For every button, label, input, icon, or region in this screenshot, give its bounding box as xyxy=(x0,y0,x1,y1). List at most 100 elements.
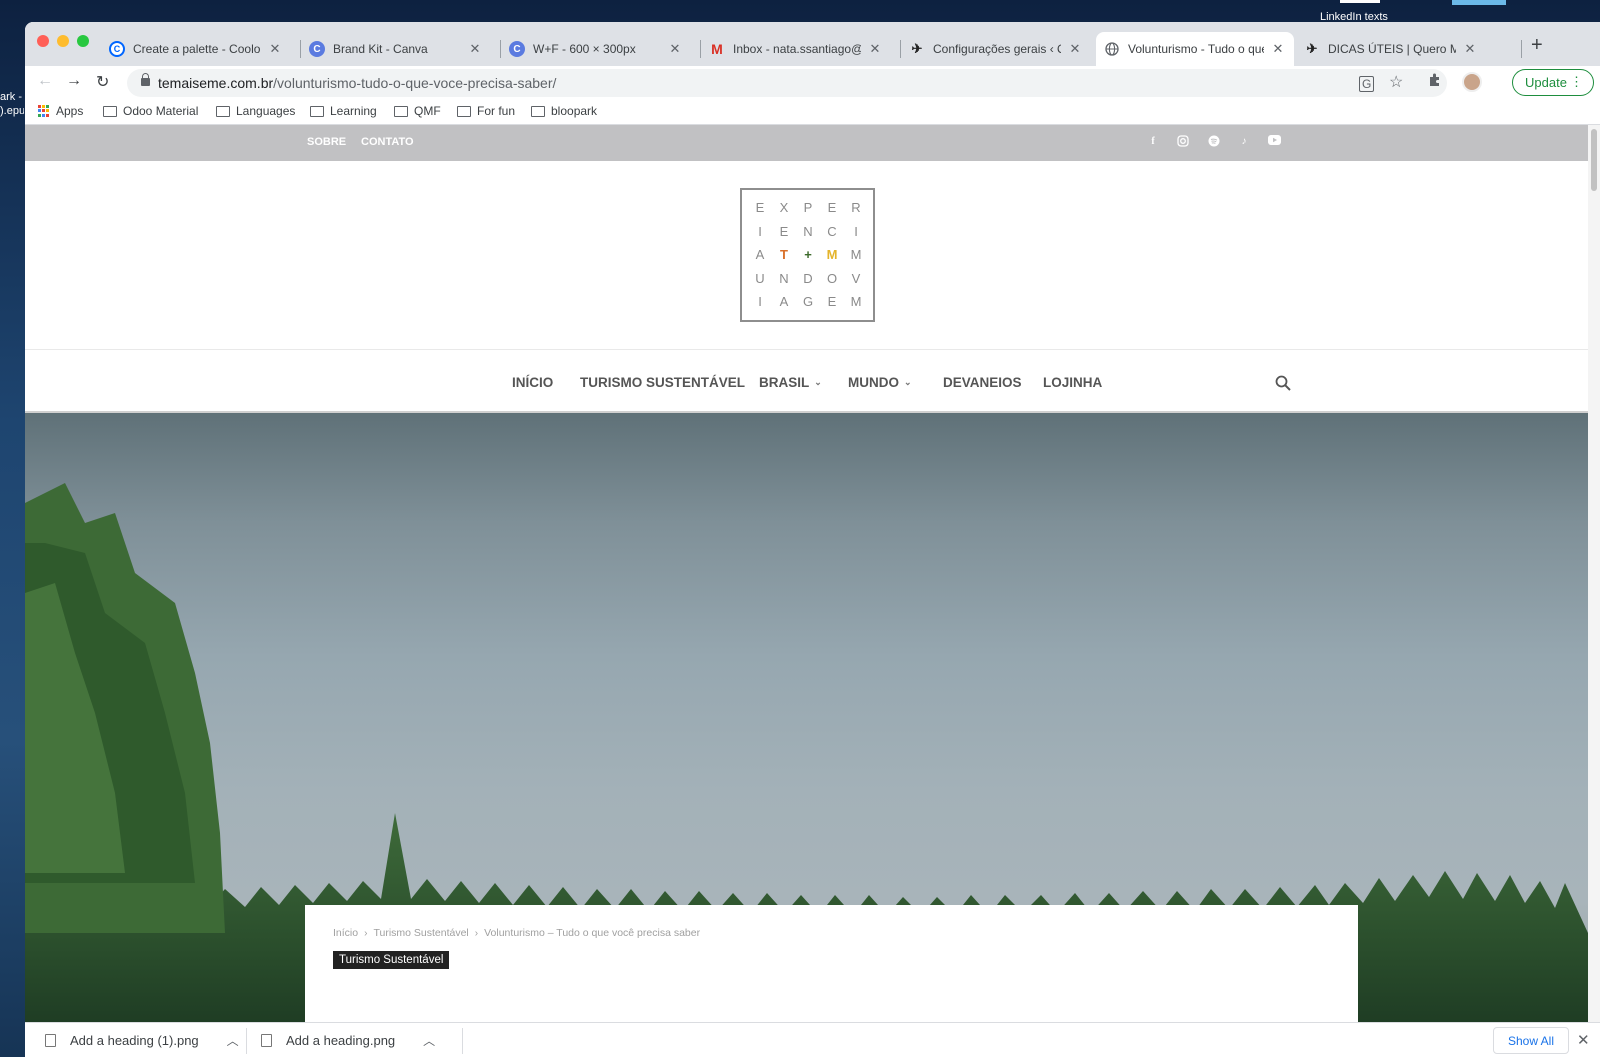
close-tab-icon[interactable]: ✕ xyxy=(1067,41,1083,57)
logo-letter: E xyxy=(827,294,837,310)
coolors-icon: C xyxy=(109,41,125,57)
airplane-icon: ✈ xyxy=(911,41,923,56)
tab-strip: C Create a palette - Coolors ✕ C Brand K… xyxy=(25,22,1600,66)
desktop-file-label[interactable]: ark - ).epu xyxy=(0,90,24,118)
close-icon[interactable]: ✕ xyxy=(1577,1031,1590,1049)
zoom-window-button[interactable] xyxy=(77,35,89,47)
bookmark-folder-learning[interactable]: Learning xyxy=(310,104,377,118)
show-all-downloads-button[interactable]: Show All xyxy=(1493,1027,1569,1054)
bookmark-apps[interactable]: Apps xyxy=(38,104,83,118)
tab-canva-brand-kit[interactable]: C Brand Kit - Canva ✕ xyxy=(301,32,491,66)
contato-link[interactable]: CONTATO xyxy=(361,136,414,148)
close-tab-icon[interactable]: ✕ xyxy=(1462,41,1478,57)
breadcrumb-turismo-sustentavel[interactable]: Turismo Sustentável xyxy=(373,927,468,939)
lock-icon[interactable] xyxy=(141,73,150,86)
bookmark-label: Apps xyxy=(56,104,84,118)
chevron-up-icon[interactable]: ︿ xyxy=(227,1032,239,1049)
bookmark-folder-bloopark[interactable]: bloopark xyxy=(531,104,597,118)
back-arrow-icon[interactable]: ← xyxy=(37,72,53,90)
tab-volunturismo[interactable]: Volunturismo - Tudo o que ✕ xyxy=(1096,32,1294,66)
nav-turismo-sustentavel[interactable]: TURISMO SUSTENTÁVEL xyxy=(580,375,745,390)
chevron-up-icon[interactable]: ︿ xyxy=(423,1032,435,1049)
logo-letter: G xyxy=(802,294,814,310)
nav-inicio[interactable]: INÍCIO xyxy=(512,375,553,390)
instagram-icon[interactable] xyxy=(1176,135,1190,149)
tab-dicas-uteis[interactable]: ✈ DICAS ÚTEIS | Quero Mais ✕ xyxy=(1296,32,1486,66)
tab-title: Configurações gerais ‹ Qu xyxy=(933,42,1061,56)
tab-canva-design[interactable]: C W+F - 600 × 300px ✕ xyxy=(501,32,691,66)
chevron-down-icon: ⌄ xyxy=(814,377,822,387)
logo-letter: V xyxy=(851,270,861,286)
breadcrumb: Início › Turismo Sustentável › Volunturi… xyxy=(333,927,700,939)
airplane-icon: ✈ xyxy=(1306,41,1318,56)
close-tab-icon[interactable]: ✕ xyxy=(1270,41,1286,57)
image-file-icon xyxy=(45,1034,56,1047)
desktop-widget-bar xyxy=(1340,0,1380,3)
logo-letter: I xyxy=(854,223,858,239)
bookmark-folder-languages[interactable]: Languages xyxy=(216,104,295,118)
new-tab-button[interactable]: + xyxy=(1531,34,1543,57)
close-tab-icon[interactable]: ✕ xyxy=(267,41,283,57)
bookmark-folder-qmf[interactable]: QMF xyxy=(394,104,441,118)
main-navigation: INÍCIO TURISMO SUSTENTÁVEL BRASIL ⌄ MUNDO… xyxy=(25,349,1588,413)
star-icon[interactable]: ☆ xyxy=(1389,72,1403,92)
logo-letter: N xyxy=(803,223,813,239)
profile-avatar[interactable] xyxy=(1462,72,1482,92)
logo-letter: U xyxy=(755,270,765,286)
nav-brasil[interactable]: BRASIL ⌄ xyxy=(759,375,822,390)
bookmark-label: For fun xyxy=(477,104,516,118)
scrollbar-thumb[interactable] xyxy=(1591,129,1597,191)
canva-icon: C xyxy=(509,41,525,57)
facebook-icon[interactable]: f xyxy=(1146,135,1160,149)
logo-letter: A xyxy=(755,247,765,263)
category-badge[interactable]: Turismo Sustentável xyxy=(333,951,450,969)
nav-lojinha[interactable]: LOJINHA xyxy=(1043,375,1102,390)
breadcrumb-inicio[interactable]: Início xyxy=(333,927,358,939)
logo-letter: N xyxy=(779,270,789,286)
translate-icon[interactable]: G xyxy=(1359,76,1375,92)
logo-letter: O xyxy=(826,270,838,286)
update-button[interactable]: Update ⋮ xyxy=(1512,69,1594,96)
search-icon[interactable] xyxy=(1275,375,1291,391)
logo-letter: I xyxy=(758,294,762,310)
reload-icon[interactable]: ↻ xyxy=(96,72,109,92)
image-file-icon xyxy=(261,1034,272,1047)
globe-icon xyxy=(1104,41,1120,57)
download-item[interactable]: Add a heading.png ︿ xyxy=(261,1023,435,1057)
nav-mundo[interactable]: MUNDO ⌄ xyxy=(848,375,912,390)
tab-coolors[interactable]: C Create a palette - Coolors ✕ xyxy=(101,32,291,66)
youtube-icon[interactable] xyxy=(1267,135,1281,149)
extensions-puzzle-icon[interactable] xyxy=(1428,72,1443,91)
tiktok-icon[interactable]: ♪ xyxy=(1237,135,1251,149)
close-window-button[interactable] xyxy=(37,35,49,47)
page-scrollbar[interactable] xyxy=(1588,125,1600,1022)
logo-letter: R xyxy=(851,200,861,216)
address-bar[interactable]: temaiseme.com.br/volunturismo-tudo-o-que… xyxy=(127,69,1447,97)
url-text[interactable]: temaiseme.com.br/volunturismo-tudo-o-que… xyxy=(158,75,556,91)
bookmark-label: Odoo Material xyxy=(123,104,199,118)
desktop-widget-accent xyxy=(1452,0,1506,5)
folder-icon xyxy=(103,105,117,117)
minimize-window-button[interactable] xyxy=(57,35,69,47)
site-logo[interactable]: E X P E R I E N C I A T + M M U N D O V I A G E M xyxy=(740,188,875,322)
bookmark-folder-odoo-material[interactable]: Odoo Material xyxy=(103,104,198,118)
logo-letter-grid: E X P E R I E N C I A T + M M U N D O V I A G E M xyxy=(748,196,868,314)
browser-toolbar: ← → ↻ temaiseme.com.br/volunturismo-tudo… xyxy=(25,66,1600,100)
tab-configuracoes[interactable]: ✈ Configurações gerais ‹ Qu ✕ xyxy=(901,32,1091,66)
close-tab-icon[interactable]: ✕ xyxy=(667,41,683,57)
canva-icon: C xyxy=(309,41,325,57)
spotify-icon[interactable] xyxy=(1207,135,1221,149)
download-divider xyxy=(246,1028,247,1054)
kebab-menu-icon[interactable]: ⋮ xyxy=(1570,74,1583,90)
bookmark-folder-for-fun[interactable]: For fun xyxy=(457,104,515,118)
close-tab-icon[interactable]: ✕ xyxy=(467,41,483,57)
sobre-link[interactable]: SOBRE xyxy=(307,136,346,148)
forward-arrow-icon[interactable]: → xyxy=(66,72,82,90)
web-page: SOBRE CONTATO f ♪ E X P E R I E N C I A T + M M U N D O V I A… xyxy=(25,125,1600,1022)
breadcrumb-separator-icon: › xyxy=(364,927,368,939)
nav-devaneios[interactable]: DEVANEIOS xyxy=(943,375,1022,390)
close-tab-icon[interactable]: ✕ xyxy=(867,41,883,57)
tab-gmail[interactable]: M Inbox - nata.ssantiago@gm ✕ xyxy=(701,32,891,66)
download-item[interactable]: Add a heading (1).png ︿ xyxy=(45,1023,239,1057)
apps-grid-icon xyxy=(38,105,50,117)
